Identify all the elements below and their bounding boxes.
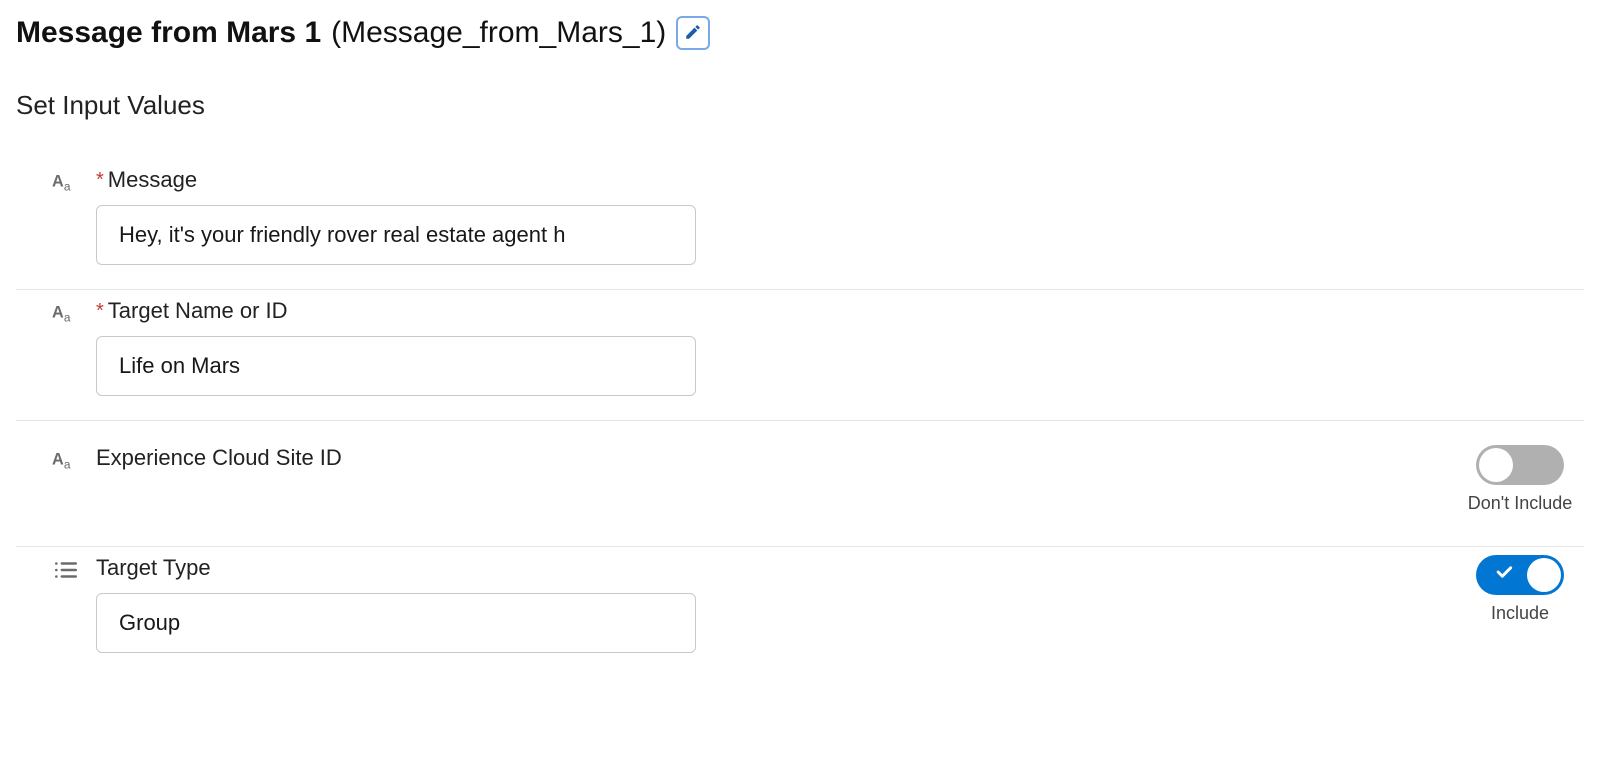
text-type-icon: Aa bbox=[52, 300, 78, 326]
toggle-knob bbox=[1479, 448, 1513, 482]
svg-text:a: a bbox=[64, 180, 71, 194]
required-marker: * bbox=[96, 170, 104, 190]
svg-text:a: a bbox=[64, 311, 71, 325]
message-label: Message bbox=[108, 167, 197, 193]
svg-text:a: a bbox=[64, 458, 71, 472]
field-target-type: Target Type Include bbox=[16, 547, 1584, 677]
target-name-label: Target Name or ID bbox=[108, 298, 288, 324]
svg-text:A: A bbox=[52, 450, 64, 468]
pencil-icon bbox=[684, 23, 702, 44]
text-type-icon: Aa bbox=[52, 169, 78, 195]
target-type-input[interactable] bbox=[96, 593, 696, 653]
svg-text:A: A bbox=[52, 172, 64, 190]
api-name: (Message_from_Mars_1) bbox=[331, 16, 666, 50]
message-input[interactable] bbox=[96, 205, 696, 265]
field-target-name: Aa * Target Name or ID bbox=[16, 290, 1584, 421]
required-marker: * bbox=[96, 301, 104, 321]
target-name-input[interactable] bbox=[96, 336, 696, 396]
target-type-include-toggle[interactable] bbox=[1476, 555, 1564, 595]
picklist-icon bbox=[52, 557, 78, 583]
header-row: Message from Mars 1 (Message_from_Mars_1… bbox=[16, 16, 1584, 50]
site-id-toggle-label: Don't Include bbox=[1468, 493, 1573, 514]
site-id-label: Experience Cloud Site ID bbox=[96, 445, 342, 471]
field-site-id: Aa Experience Cloud Site ID Don't Includ… bbox=[16, 421, 1584, 547]
check-icon bbox=[1494, 562, 1514, 588]
text-type-icon: Aa bbox=[52, 447, 78, 473]
target-type-label: Target Type bbox=[96, 555, 211, 581]
target-type-toggle-label: Include bbox=[1491, 603, 1549, 624]
edit-title-button[interactable] bbox=[676, 16, 710, 50]
toggle-knob bbox=[1527, 558, 1561, 592]
section-title: Set Input Values bbox=[16, 90, 1584, 121]
site-id-include-toggle[interactable] bbox=[1476, 445, 1564, 485]
svg-text:A: A bbox=[52, 303, 64, 321]
page-title: Message from Mars 1 bbox=[16, 16, 321, 50]
field-message: Aa * Message bbox=[16, 159, 1584, 290]
